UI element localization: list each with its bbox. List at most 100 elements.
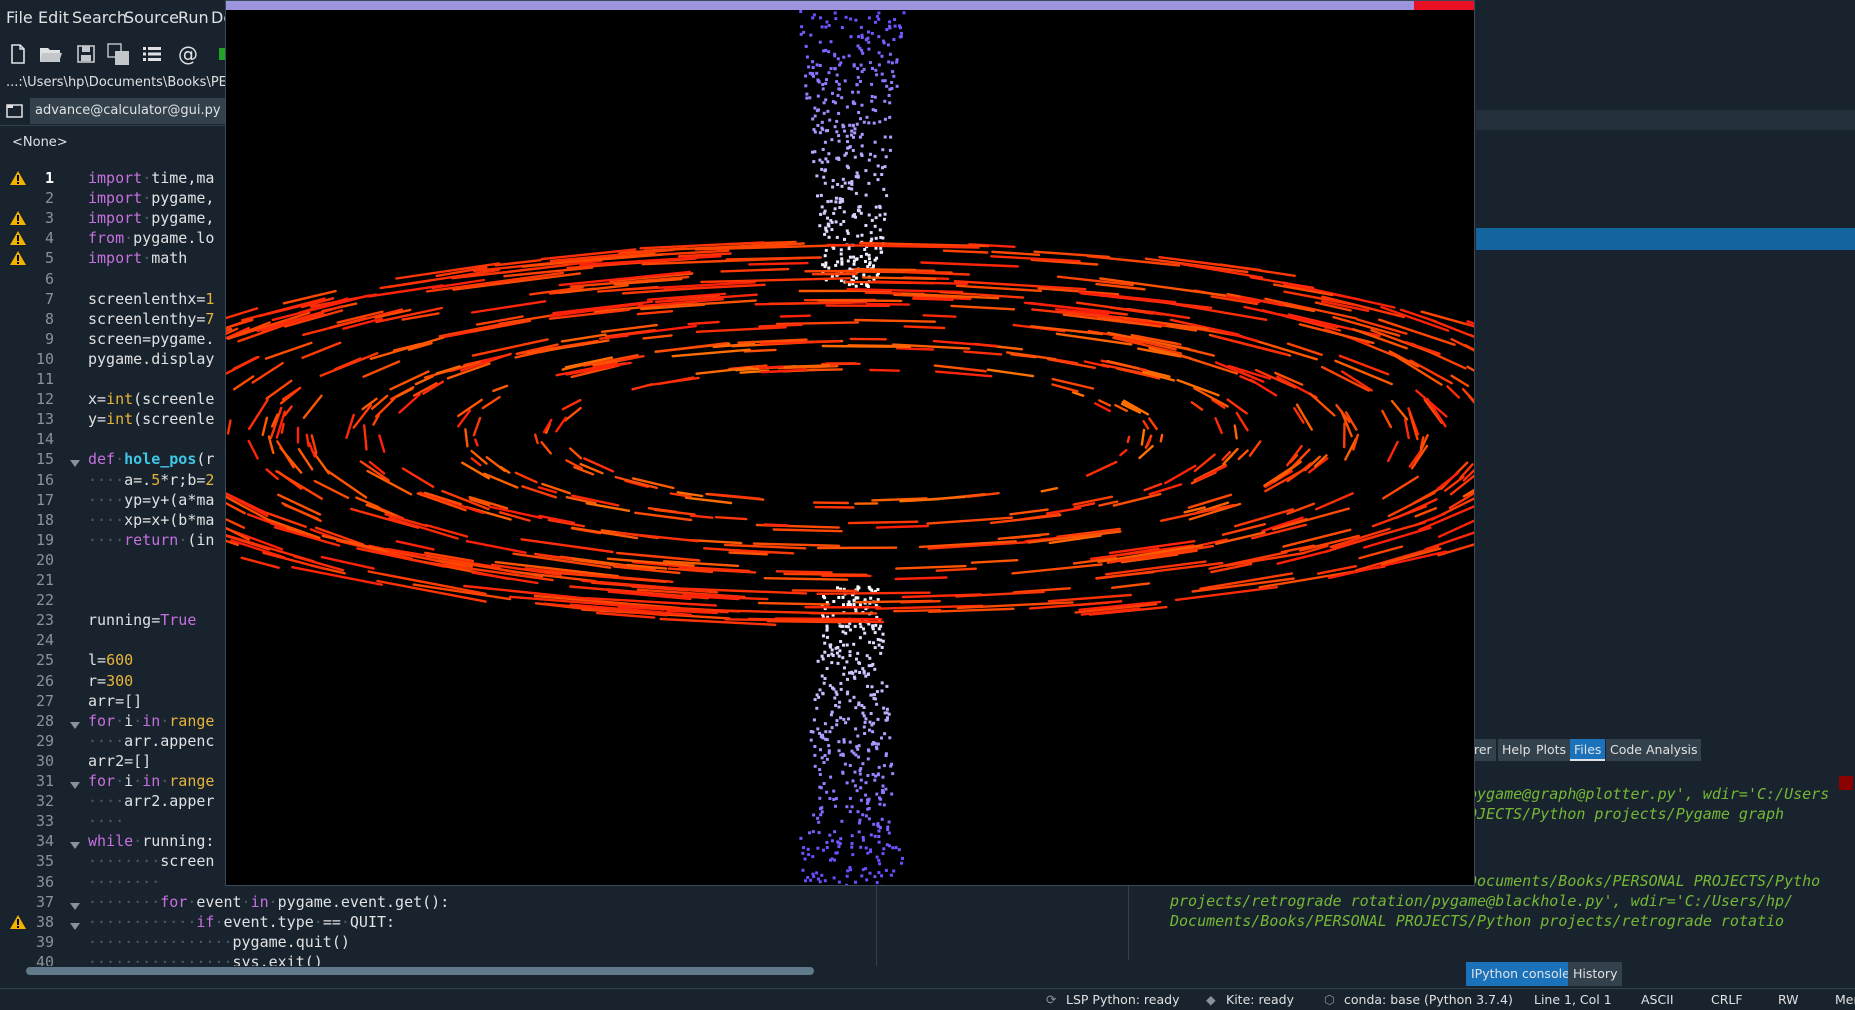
jet-particle [871, 772, 875, 776]
jet-particle [876, 638, 880, 641]
menu-run[interactable]: Run [178, 8, 209, 27]
jet-particle [833, 67, 837, 71]
jet-particle [890, 792, 894, 796]
tab-help[interactable]: Help [1498, 739, 1535, 761]
fold-arrow-icon[interactable] [70, 899, 80, 910]
new-file-icon[interactable] [6, 42, 30, 66]
jet-particle [878, 204, 882, 208]
line-number: 18 [35, 510, 54, 529]
open-file-icon[interactable] [38, 42, 62, 66]
jet-particle [843, 181, 847, 185]
jet-particle [883, 117, 887, 121]
jet-particle [892, 74, 896, 78]
fold-arrow-icon[interactable] [70, 456, 80, 468]
jet-particle [867, 257, 871, 261]
warning-icon[interactable] [9, 170, 27, 186]
fold-arrow-icon[interactable] [70, 778, 80, 789]
jet-particle [867, 47, 871, 51]
menu-edit[interactable]: Edit [38, 8, 69, 27]
jet-particle [833, 696, 837, 700]
file-encoding: ASCII [1641, 992, 1674, 1007]
jet-particle [880, 736, 883, 740]
tab-plots[interactable]: Plots [1532, 739, 1571, 761]
pygame-titlebar[interactable] [226, 1, 1474, 10]
interrupt-kernel-icon[interactable] [1839, 776, 1853, 790]
jet-particle [881, 632, 885, 636]
disk-streak [280, 422, 285, 434]
jet-particle [840, 257, 844, 261]
save-all-icon[interactable] [106, 42, 130, 66]
jet-particle [823, 677, 827, 680]
jet-particle [837, 845, 841, 849]
jet-particle [844, 631, 848, 635]
jet-particle [842, 603, 845, 607]
warning-icon[interactable] [9, 230, 27, 246]
jet-particle [872, 822, 876, 826]
fold-arrow-icon[interactable] [70, 919, 80, 930]
menu-file[interactable]: File [6, 8, 33, 27]
window-close-button[interactable] [1414, 1, 1474, 10]
menu-search[interactable]: Search [72, 8, 127, 27]
jet-particle [812, 13, 816, 17]
jet-particle [874, 745, 878, 749]
jet-particle [826, 129, 829, 132]
jet-particle [876, 772, 880, 776]
jet-particle [864, 224, 868, 227]
jet-particle [850, 805, 854, 809]
tab-code-analysis[interactable]: Code Analysis [1606, 739, 1702, 761]
disk-streak [816, 591, 931, 595]
tab-history[interactable]: History [1568, 962, 1623, 986]
jet-particle [804, 879, 807, 883]
jet-particle [850, 842, 854, 846]
jet-particle [857, 821, 861, 825]
jet-particle [803, 857, 807, 861]
outline-icon[interactable] [140, 42, 164, 66]
line-number: 26 [35, 671, 54, 690]
fold-arrow-icon[interactable] [70, 838, 80, 850]
jet-particle [820, 654, 824, 658]
code-line: pygame.display [88, 349, 215, 368]
selected-file-row[interactable] [1476, 228, 1855, 250]
jet-particle [854, 753, 858, 757]
save-icon[interactable] [74, 42, 98, 66]
tab-ipython-console[interactable]: IPython console [1466, 962, 1575, 986]
jet-particle [859, 845, 863, 849]
jet-particle [816, 659, 820, 663]
jet-particle [837, 740, 841, 744]
jet-particle [833, 207, 837, 211]
jet-particle [826, 160, 830, 164]
jet-particle [880, 689, 884, 693]
browse-tabs-icon[interactable] [4, 100, 26, 122]
jet-particle [901, 856, 904, 860]
warning-icon[interactable] [9, 914, 27, 930]
horizontal-scrollbar-thumb[interactable] [26, 967, 814, 975]
jet-particle [853, 131, 857, 135]
email-icon[interactable]: @ [176, 42, 200, 66]
jet-particle [852, 598, 856, 602]
menu-source[interactable]: Source [124, 8, 179, 27]
jet-particle [822, 111, 826, 115]
pane-tabbar: rer Help Plots Files Code Analysis [1470, 737, 1855, 761]
warning-icon[interactable] [9, 250, 27, 266]
jet-particle [820, 160, 824, 164]
line-number: 24 [35, 631, 54, 650]
disk-streak [748, 261, 809, 266]
jet-particle [854, 880, 857, 884]
line-number: 3 [44, 209, 54, 228]
jet-particle [845, 883, 849, 885]
tab-files[interactable]: Files [1570, 739, 1606, 761]
disk-streak [821, 344, 912, 348]
jet-particle [860, 132, 864, 136]
disk-streak [895, 347, 935, 351]
file-tab[interactable]: advance@calculator@gui.py ✕ [30, 98, 247, 124]
fold-arrow-icon[interactable] [70, 718, 80, 729]
jet-particle [835, 651, 839, 655]
jet-particle [891, 772, 895, 776]
jet-particle [857, 586, 861, 590]
warning-icon[interactable] [9, 210, 27, 226]
line-number: 22 [35, 591, 54, 610]
pygame-window[interactable] [225, 0, 1475, 886]
jet-particle [820, 25, 824, 29]
jet-particle [874, 216, 878, 220]
jet-particle [872, 741, 876, 744]
